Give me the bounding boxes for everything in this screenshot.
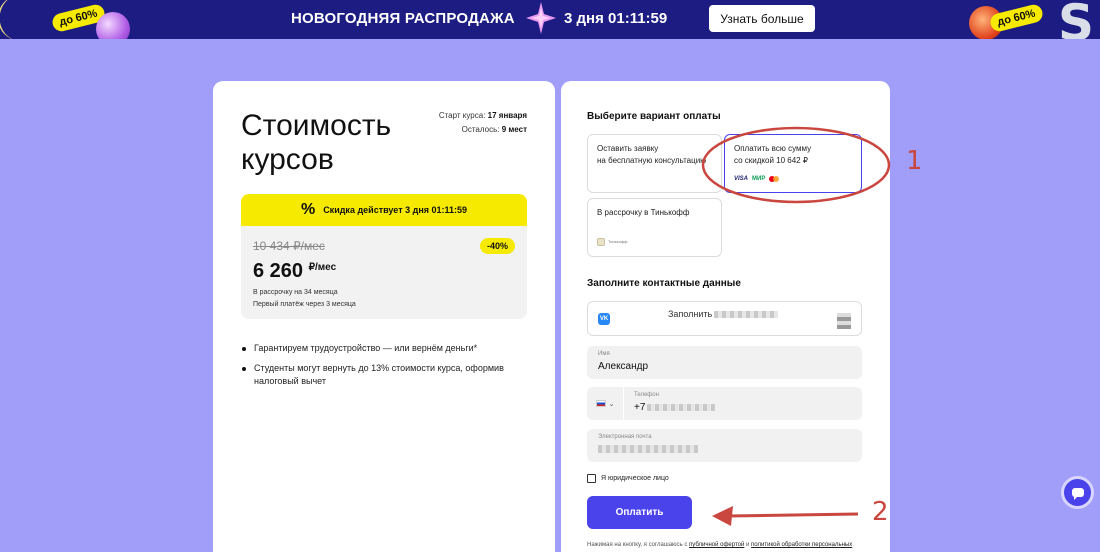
promo-banner: до 60% НОВОГОДНЯЯ РАСПРОДАЖА 3 дня 01:11…: [0, 0, 1100, 39]
option-label: Оплатить всю сумму: [734, 144, 812, 153]
percent-icon: %: [300, 201, 316, 218]
start-label: Старт курса:: [438, 111, 486, 120]
mir-icon: МИР: [752, 176, 766, 182]
redacted-text: [714, 311, 779, 319]
phone-label: Телефон: [634, 392, 659, 398]
mastercard-icon: [769, 176, 780, 182]
checkout-card: Выберите вариант оплаты Оставить заявку …: [561, 81, 890, 552]
first-payment-note: Первый платёж через 3 месяца: [253, 301, 356, 308]
name-label: Имя: [598, 351, 610, 357]
option-installment-tinkoff[interactable]: В рассрочку в Тинькофф Тинькофф: [587, 198, 722, 257]
consent-text: Нажимая на кнопку, я соглашаюсь с публич…: [587, 540, 867, 552]
course-meta: Старт курса: 17 января Осталось: 9 мест: [439, 109, 527, 137]
old-price: 10 434 ₽/мес: [253, 239, 325, 253]
russia-flag-icon: [595, 400, 606, 407]
list-item: Гарантируем трудоустройство — или вернём…: [241, 342, 531, 355]
learn-more-button[interactable]: Узнать больше: [709, 5, 815, 32]
redacted-text: [598, 445, 698, 454]
ornament-decoration: [96, 12, 130, 39]
moon-decoration-icon: [0, 0, 13, 39]
card-logos: VISA МИР: [734, 173, 780, 185]
list-item: Студенты могут вернуть до 13% стоимости …: [241, 362, 531, 388]
price-box: % Скидка действует 3 дня 01:11:59 10 434…: [241, 194, 527, 319]
discount-timer-text: Скидка действует 3 дня 01:11:59: [323, 205, 468, 215]
banner-title: НОВОГОДНЯЯ РАСПРОДАЖА: [291, 10, 515, 27]
name-field[interactable]: Имя Александр: [587, 346, 862, 379]
seats-label: Осталось:: [461, 125, 500, 134]
sale-badge: до 60%: [988, 2, 1045, 34]
installment-note: В рассрочку на 34 месяца Первый платёж ч…: [253, 287, 356, 311]
tinkoff-shield-icon: [597, 238, 605, 246]
new-price: 6 260 ₽/мес: [253, 260, 336, 283]
benefits-list: Гарантируем трудоустройство — или вернём…: [241, 342, 531, 395]
option-label: Оставить заявку: [597, 144, 659, 153]
banner-timer: 3 дня 01:11:59: [564, 10, 668, 27]
phone-value: +7: [634, 402, 716, 413]
option-consultation[interactable]: Оставить заявку на бесплатную консультац…: [587, 134, 722, 193]
dollar-decoration: S: [1058, 0, 1095, 39]
installment-term: В рассрочку на 34 месяца: [253, 289, 338, 296]
vk-autofill-button[interactable]: VK Заполнить: [587, 301, 862, 336]
tinkoff-logo-text: Тинькофф: [608, 239, 628, 244]
vk-autofill-label: Заполнить: [668, 309, 779, 319]
discount-strip: % Скидка действует 3 дня 01:11:59: [241, 194, 527, 226]
option-label: В рассрочку в Тинькофф: [597, 208, 690, 217]
avatar: [837, 313, 851, 329]
contacts-section-title: Заполните контактные данные: [587, 278, 741, 289]
chat-button[interactable]: [1061, 476, 1094, 509]
star-icon: [526, 2, 556, 34]
annotation-marker: 1: [906, 146, 923, 176]
consent-prefix: Нажимая на кнопку, я соглашаюсь с: [587, 542, 688, 548]
vk-icon: VK: [598, 313, 610, 325]
chat-icon: [1071, 488, 1084, 500]
email-label: Электронная почта: [598, 434, 652, 440]
visa-icon: VISA: [734, 176, 749, 182]
option-pay-full[interactable]: Оплатить всю сумму со скидкой 10 642 ₽ V…: [724, 134, 862, 193]
chevron-down-icon: ⌄: [608, 400, 615, 408]
checkbox[interactable]: [587, 474, 596, 483]
vk-autofill-text: Заполнить: [668, 309, 713, 319]
country-select[interactable]: ⌄: [587, 387, 624, 420]
name-value: Александр: [598, 361, 649, 372]
offer-link[interactable]: публичной офертой: [689, 542, 744, 548]
payment-section-title: Выберите вариант оплаты: [587, 111, 721, 122]
tinkoff-logo: Тинькофф: [597, 236, 627, 248]
phone-prefix: +7: [634, 402, 646, 413]
consent-and: и: [746, 542, 750, 548]
redacted-text: [647, 403, 716, 411]
legal-entity-checkbox[interactable]: Я юридическое лицо: [587, 474, 669, 483]
seats-left: 9 мест: [501, 125, 527, 134]
annotation-marker: 2: [872, 497, 889, 527]
discount-badge: -40%: [479, 238, 515, 254]
pay-button[interactable]: Оплатить: [587, 496, 692, 529]
option-sublabel: на бесплатную консультацию: [597, 156, 707, 165]
new-price-value: 6 260: [253, 260, 304, 282]
option-sublabel: со скидкой 10 642 ₽: [734, 156, 808, 165]
legal-entity-label: Я юридическое лицо: [601, 475, 669, 482]
course-price-card: Стоимость курсов Старт курса: 17 января …: [213, 81, 555, 552]
phone-field[interactable]: ⌄ Телефон +7: [587, 387, 862, 420]
page-title: Стоимость курсов: [241, 109, 392, 176]
email-value: [598, 444, 698, 455]
new-price-unit: ₽/мес: [308, 262, 337, 273]
email-field[interactable]: Электронная почта: [587, 429, 862, 462]
start-date: 17 января: [487, 111, 527, 120]
